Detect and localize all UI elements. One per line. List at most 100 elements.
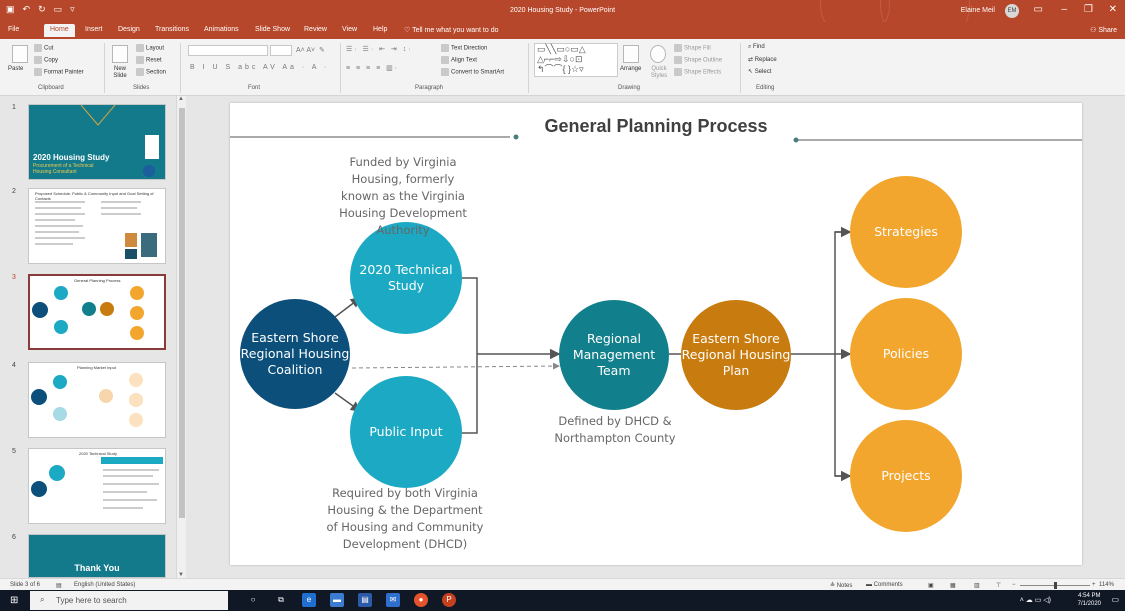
slide-title[interactable]: General Planning Process bbox=[230, 116, 1082, 137]
tab-slide-show[interactable]: Slide Show bbox=[255, 26, 290, 33]
replace-button[interactable]: ⇄ Replace bbox=[748, 56, 777, 63]
shape-effects-button[interactable]: Shape Effects bbox=[674, 68, 721, 76]
avatar[interactable]: EM bbox=[1005, 4, 1019, 18]
separator bbox=[740, 43, 741, 93]
tab-help[interactable]: Help bbox=[373, 26, 387, 33]
slide-thumbnail-5[interactable]: 2020 Technical Study bbox=[28, 448, 166, 524]
comments-button[interactable]: ▬ Comments bbox=[866, 582, 903, 588]
tab-animations[interactable]: Animations bbox=[204, 26, 239, 33]
tab-review[interactable]: Review bbox=[304, 26, 327, 33]
font-family-select[interactable] bbox=[188, 45, 268, 56]
paste-button[interactable]: Paste bbox=[8, 66, 23, 72]
slide-thumbnail-1[interactable]: 2020 Housing Study Procurement of a Tech… bbox=[28, 104, 166, 180]
tell-me-search[interactable]: ♡ Tell me what you want to do bbox=[404, 26, 499, 34]
node-housing-plan[interactable]: Eastern Shore Regional Housing Plan bbox=[681, 300, 791, 410]
notes-button[interactable]: ≜ Notes bbox=[830, 582, 852, 589]
new-slide-icon[interactable] bbox=[112, 45, 128, 63]
alignment-buttons[interactable]: ≡ ≡ ≡ ≡ ▥· bbox=[346, 64, 399, 72]
store-icon[interactable]: ▤ bbox=[358, 593, 372, 607]
slide-sorter-icon[interactable]: ▦ bbox=[950, 582, 956, 589]
slideshow-icon[interactable]: ⊤ bbox=[996, 582, 1001, 589]
copy-button[interactable]: Copy bbox=[34, 56, 58, 64]
user-name[interactable]: Elaine Meil bbox=[961, 7, 995, 14]
align-text-button[interactable]: Align Text bbox=[441, 56, 477, 64]
thumb-number: 6 bbox=[12, 534, 16, 541]
tab-view[interactable]: View bbox=[342, 26, 357, 33]
arrange-button[interactable]: Arrange bbox=[620, 66, 641, 72]
section-button[interactable]: Section bbox=[136, 68, 166, 76]
find-button[interactable]: ⌕ Find bbox=[748, 44, 765, 51]
zoom-out-icon[interactable]: − bbox=[1012, 582, 1016, 588]
slide-thumbnail-6[interactable]: Thank You bbox=[28, 534, 166, 578]
list-buttons[interactable]: ☰· ☰· ⇤ ⇥ ↕· bbox=[346, 45, 413, 53]
language-indicator[interactable]: English (United States) bbox=[74, 582, 135, 588]
scroll-up-icon[interactable]: ▲ bbox=[178, 96, 184, 102]
cortana-icon[interactable]: ○ bbox=[246, 593, 260, 607]
tab-home[interactable]: Home bbox=[44, 24, 75, 37]
mail-icon[interactable]: ✉ bbox=[386, 593, 400, 607]
restore-icon[interactable]: ❐ bbox=[1084, 4, 1093, 15]
font-size-select[interactable] bbox=[270, 45, 292, 56]
spellcheck-icon[interactable]: ▤ bbox=[56, 582, 62, 589]
explorer-icon[interactable]: ▬ bbox=[330, 593, 344, 607]
scroll-thumb[interactable] bbox=[179, 108, 185, 518]
convert-smartart-button[interactable]: Convert to SmartArt bbox=[441, 68, 504, 76]
chrome-icon[interactable]: ● bbox=[414, 593, 428, 607]
tab-file[interactable]: File bbox=[8, 26, 19, 33]
tab-insert[interactable]: Insert bbox=[85, 26, 103, 33]
paste-icon[interactable] bbox=[12, 45, 28, 63]
note-funded[interactable]: Funded by Virginia Housing, formerly kno… bbox=[335, 154, 471, 239]
tab-transitions[interactable]: Transitions bbox=[155, 26, 189, 33]
thumb-node bbox=[31, 481, 47, 497]
normal-view-icon[interactable]: ▣ bbox=[928, 582, 934, 589]
slide-canvas[interactable]: General Planning Process Eastern Shore R… bbox=[230, 103, 1082, 565]
minimize-icon[interactable]: – bbox=[1061, 4, 1067, 15]
note-required[interactable]: Required by both Virginia Housing & the … bbox=[324, 485, 486, 553]
shapes-gallery[interactable]: ▭╲╲▭○▭△ △⌐⌐⇨⇩○⊡ ↰⌒⌒{ }☆▿ bbox=[534, 43, 618, 77]
windows-start-icon[interactable]: ⊞ bbox=[10, 595, 18, 606]
zoom-level[interactable]: 114% bbox=[1099, 582, 1114, 588]
taskbar-clock[interactable]: 4:54 PM 7/1/2020 bbox=[1078, 592, 1101, 608]
node-policies[interactable]: Policies bbox=[850, 298, 962, 410]
system-tray-icons[interactable]: ˄ ☁ ▭ ◁) bbox=[1020, 596, 1051, 604]
shape-outline-button[interactable]: Shape Outline bbox=[674, 56, 722, 64]
zoom-slider-thumb[interactable] bbox=[1054, 582, 1057, 589]
thumb-text-line bbox=[35, 237, 85, 239]
thumb-text-line bbox=[103, 469, 159, 471]
node-coalition[interactable]: Eastern Shore Regional Housing Coalition bbox=[240, 299, 350, 409]
slide-thumbnail-4[interactable]: Planning Market Input bbox=[28, 362, 166, 438]
reset-button[interactable]: Reset bbox=[136, 56, 162, 64]
ribbon-display-icon[interactable]: ▭ bbox=[1034, 4, 1043, 15]
notifications-icon[interactable]: ▭ bbox=[1111, 595, 1119, 604]
zoom-in-icon[interactable]: + bbox=[1092, 582, 1096, 588]
text-direction-button[interactable]: Text Direction bbox=[441, 44, 487, 52]
node-management-team[interactable]: Regional Management Team bbox=[559, 300, 669, 410]
taskbar-search[interactable]: ⌕ Type here to search bbox=[30, 591, 228, 610]
note-defined[interactable]: Defined by DHCD & Northampton County bbox=[553, 413, 677, 447]
task-view-icon[interactable]: ⧉ bbox=[274, 593, 288, 607]
format-painter-button[interactable]: Format Painter bbox=[34, 68, 84, 76]
node-projects[interactable]: Projects bbox=[850, 420, 962, 532]
select-button[interactable]: ↖ Select bbox=[748, 68, 771, 75]
new-slide-button[interactable]: New Slide bbox=[108, 66, 132, 80]
node-strategies[interactable]: Strategies bbox=[850, 176, 962, 288]
font-size-buttons[interactable]: A˄ A˅ ✎ bbox=[296, 46, 325, 54]
layout-button[interactable]: Layout bbox=[136, 44, 164, 52]
quick-styles-icon[interactable] bbox=[650, 45, 666, 63]
powerpoint-icon[interactable]: P bbox=[442, 593, 456, 607]
node-public-input[interactable]: Public Input bbox=[350, 376, 462, 488]
close-icon[interactable]: ✕ bbox=[1109, 4, 1117, 15]
slide-thumbnail-3[interactable]: General Planning Process bbox=[28, 274, 166, 350]
arrange-icon[interactable] bbox=[623, 45, 639, 63]
cut-button[interactable]: Cut bbox=[34, 44, 53, 52]
reading-view-icon[interactable]: ▥ bbox=[974, 582, 980, 589]
slide-thumbnail-2[interactable]: Proposed Schedule, Public & Community In… bbox=[28, 188, 166, 264]
edge-icon[interactable]: e bbox=[302, 593, 316, 607]
shape-fill-button[interactable]: Shape Fill bbox=[674, 44, 711, 52]
tab-design[interactable]: Design bbox=[118, 26, 140, 33]
font-format-buttons[interactable]: B I U S abc AV Aa · A · bbox=[190, 64, 329, 71]
quick-styles-button[interactable]: Quick Styles bbox=[648, 66, 670, 80]
thumbnails-scrollbar[interactable]: ▲ ▼ bbox=[176, 96, 186, 578]
share-button[interactable]: ⚇ Share bbox=[1090, 26, 1117, 34]
section-label: Section bbox=[146, 69, 167, 76]
